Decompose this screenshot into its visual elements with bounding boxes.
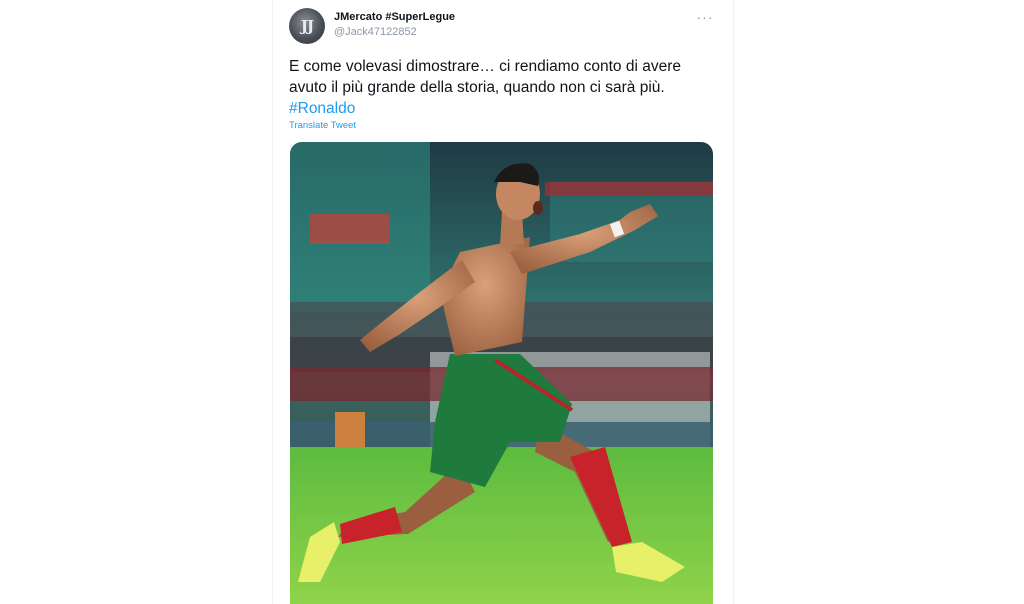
more-options-icon[interactable]: ··· (695, 10, 715, 24)
author-handle[interactable]: @Jack47122852 (334, 26, 417, 38)
tweet-photo[interactable] (290, 142, 713, 604)
hashtag-link[interactable]: #Ronaldo (289, 100, 355, 117)
tweet-body-text: E come volevasi dimostrare… ci rendiamo … (289, 58, 681, 96)
author-display-name[interactable]: JMercato #SuperLegue (334, 11, 455, 23)
tweet-card[interactable]: JJ JMercato #SuperLegue @Jack47122852 ··… (272, 0, 734, 604)
juventus-logo-icon: JJ (300, 17, 314, 35)
avatar[interactable]: JJ (289, 8, 325, 44)
football-player-celebration-image (290, 142, 713, 604)
translate-tweet-link[interactable]: Translate Tweet (289, 120, 356, 131)
tweet-text: E come volevasi dimostrare… ci rendiamo … (289, 56, 709, 119)
